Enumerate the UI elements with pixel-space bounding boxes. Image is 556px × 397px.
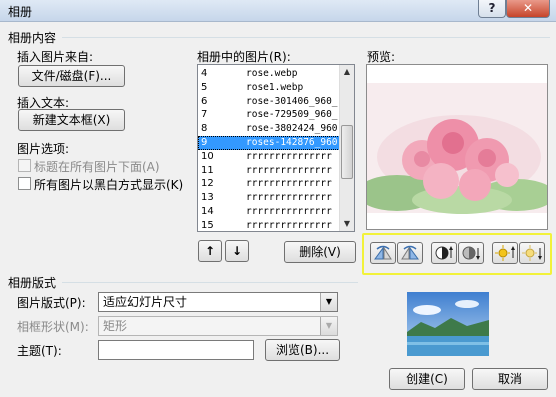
list-item-number: 15 (201, 219, 214, 231)
list-item[interactable]: 4 rose.webp (198, 67, 340, 81)
list-item-filename: roses-142876_960 (246, 137, 338, 148)
help-button[interactable]: ? (478, 0, 506, 18)
list-item-number: 7 (201, 109, 208, 121)
list-item-filename: rrrrrrrrrrrrrrr (246, 178, 332, 190)
list-item[interactable]: 7 rose-729509_960_ (198, 108, 340, 122)
list-item[interactable]: 13 rrrrrrrrrrrrrrr (198, 191, 340, 205)
picture-layout-value: 适应幻灯片尺寸 (103, 295, 188, 309)
section-divider (62, 282, 358, 283)
frame-shape-select[interactable]: 矩形 ▼ (98, 316, 338, 336)
rotate-right-icon (401, 245, 419, 260)
delete-button[interactable]: 删除(V) (284, 241, 356, 263)
theme-input[interactable] (98, 340, 254, 360)
decrease-brightness-button[interactable] (519, 242, 545, 264)
section-divider (62, 37, 550, 38)
preview-label: 预览: (367, 50, 396, 64)
list-item-number: 14 (201, 206, 214, 217)
title-bar (0, 0, 556, 22)
list-item-filename: rose-729509_960_ (246, 109, 338, 121)
caption-below-checkbox[interactable] (18, 159, 31, 172)
chevron-down-icon[interactable]: ▼ (320, 293, 337, 311)
landscape-thumbnail (407, 292, 489, 356)
window-title: 相册 (8, 5, 33, 19)
list-item[interactable]: 10 rrrrrrrrrrrrrrr (198, 150, 340, 164)
rotate-left-icon (374, 245, 392, 260)
close-button[interactable]: ✕ (506, 0, 550, 18)
list-item-number: 13 (201, 192, 214, 204)
increase-brightness-icon (495, 245, 515, 261)
increase-contrast-button[interactable] (431, 242, 457, 264)
frame-shape-label: 相框形状(M): (17, 320, 89, 334)
list-item-filename: rrrrrrrrrrrrrrr (246, 192, 332, 204)
caption-below-label: 标题在所有图片下面(A) (34, 160, 160, 174)
album-layout-heading: 相册版式 (8, 276, 57, 290)
black-white-checkbox[interactable] (18, 177, 31, 190)
chevron-down-icon[interactable]: ▼ (320, 317, 337, 335)
list-item[interactable]: 5 rose1.webp (198, 81, 340, 95)
list-item-filename: rose-301406_960_ (246, 95, 338, 107)
picture-options-label: 图片选项: (17, 142, 70, 156)
list-item-number: 9 (201, 137, 208, 148)
list-item-number: 6 (201, 95, 208, 107)
list-item-filename: rose-3802424_960 (246, 123, 338, 135)
picture-layout-label: 图片版式(P): (17, 296, 86, 310)
list-item[interactable]: 14 rrrrrrrrrrrrrrr (198, 205, 340, 219)
move-up-button[interactable]: ↑ (198, 240, 222, 262)
create-button[interactable]: 创建(C) (389, 368, 465, 390)
rotate-right-button[interactable] (397, 242, 423, 264)
scroll-down-icon[interactable]: ▼ (340, 217, 354, 231)
increase-contrast-icon (435, 246, 453, 260)
rotate-left-button[interactable] (370, 242, 396, 264)
insert-picture-label: 插入图片来自: (17, 50, 94, 64)
list-item-filename: rrrrrrrrrrrrrrr (246, 150, 332, 162)
list-item-number: 11 (201, 164, 214, 176)
list-item[interactable]: 15 rrrrrrrrrrrrrrr (198, 219, 340, 231)
file-disk-button[interactable]: 文件/磁盘(F)... (18, 65, 125, 87)
list-item-filename: rose1.webp (246, 81, 304, 93)
decrease-brightness-icon (522, 245, 542, 261)
new-textbox-button[interactable]: 新建文本框(X) (18, 109, 125, 131)
list-scrollbar[interactable]: ▲ ▼ (339, 65, 354, 231)
black-white-label: 所有图片以黑白方式显示(K) (34, 178, 184, 192)
list-item-filename: rose.webp (246, 68, 298, 79)
list-item[interactable]: 6 rose-301406_960_ (198, 95, 340, 109)
decrease-contrast-button[interactable] (458, 242, 484, 264)
list-item[interactable]: 12 rrrrrrrrrrrrrrr (198, 177, 340, 191)
list-item-number: 12 (201, 178, 214, 190)
scroll-up-icon[interactable]: ▲ (340, 65, 354, 79)
picture-list-label: 相册中的图片(R): (197, 50, 291, 64)
list-item-filename: rrrrrrrrrrrrrrr (246, 219, 332, 231)
list-item[interactable]: 8 rose-3802424_960 (198, 122, 340, 136)
album-content-heading: 相册内容 (8, 31, 57, 45)
decrease-contrast-icon (462, 246, 480, 260)
layout-preview-image (407, 292, 489, 356)
theme-label: 主题(T): (17, 344, 62, 358)
list-item-number: 8 (201, 123, 208, 135)
list-item-number: 4 (201, 68, 208, 79)
list-item-number: 10 (201, 150, 214, 162)
list-item-filename: rrrrrrrrrrrrrrr (246, 206, 332, 217)
preview-pane (357, 64, 555, 230)
picture-list[interactable]: 4 rose.webp 5 rose1.webp 6 rose-301406_960_ 7 r… (197, 64, 355, 232)
frame-shape-value: 矩形 (103, 319, 128, 333)
scroll-thumb[interactable] (341, 125, 353, 179)
increase-brightness-button[interactable] (492, 242, 518, 264)
browse-button[interactable]: 浏览(B)... (265, 339, 340, 361)
list-item-number: 5 (201, 81, 208, 93)
picture-layout-select[interactable]: 适应幻灯片尺寸 ▼ (98, 292, 338, 312)
list-item[interactable]: 9 roses-142876_960 (198, 136, 340, 150)
cancel-button[interactable]: 取消 (472, 368, 548, 390)
list-item[interactable]: 11 rrrrrrrrrrrrrrr (198, 164, 340, 178)
rose-preview-image (357, 65, 555, 229)
list-item-filename: rrrrrrrrrrrrrrr (246, 164, 332, 176)
move-down-button[interactable]: ↓ (225, 240, 249, 262)
